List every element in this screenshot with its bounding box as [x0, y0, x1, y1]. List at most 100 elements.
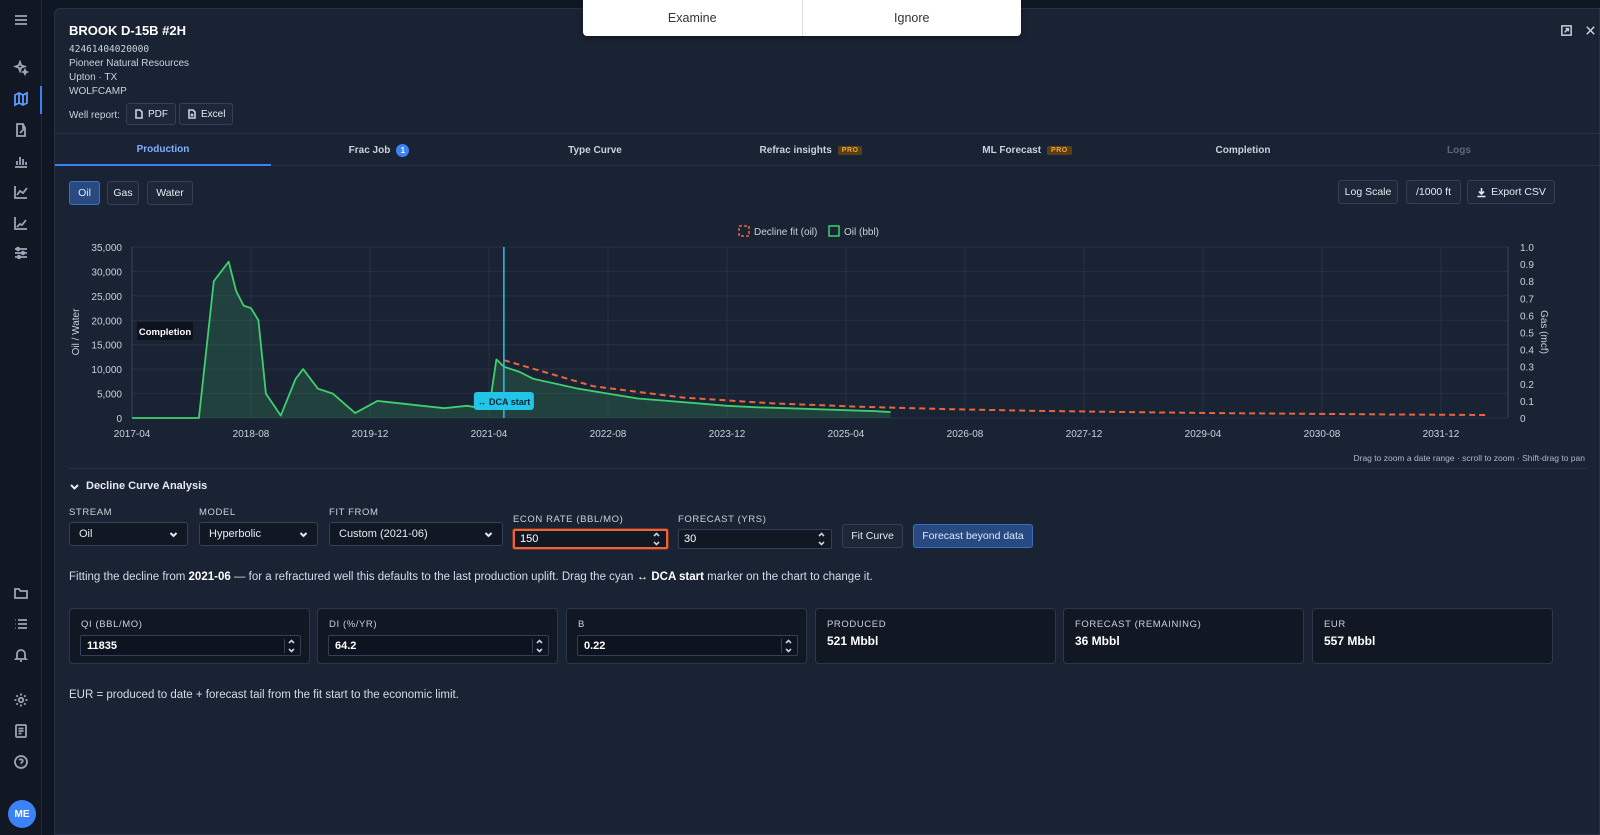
desc-suffix: marker on the chart to change it.	[703, 571, 873, 583]
tab-label: Frac Job	[348, 144, 391, 156]
x-tick-label: 2029-04	[1185, 429, 1222, 440]
x-tick-label: 2018-08	[233, 429, 270, 440]
bell-icon[interactable]	[8, 642, 34, 668]
document-edit-icon[interactable]	[8, 117, 34, 143]
ignore-button[interactable]: Ignore	[801, 0, 1022, 36]
x-tick-label: 2027-12	[1066, 429, 1103, 440]
stream-select-value: Oil	[79, 528, 93, 540]
tab-ml-forecast[interactable]: ML Forecast PRO	[919, 134, 1135, 166]
desc-date: 2021-06	[188, 571, 231, 583]
tab-label: Refrac insights	[759, 144, 832, 156]
sparkle-icon[interactable]	[8, 55, 34, 81]
dca-section-toggle[interactable]: Decline Curve Analysis	[69, 480, 207, 492]
di-input[interactable]: 64.2	[328, 635, 549, 656]
gear-icon[interactable]	[8, 687, 34, 713]
y-axis-label: Oil / Water	[71, 308, 82, 356]
tab-type-curve[interactable]: Type Curve	[487, 134, 703, 166]
di-value: 64.2	[335, 639, 357, 652]
y2-tick-label: 0.9	[1520, 260, 1534, 271]
chevron-down-icon	[484, 531, 493, 537]
pdf-label: PDF	[148, 108, 168, 120]
section-divider	[69, 468, 1587, 469]
log-scale-button[interactable]: Log Scale	[1338, 180, 1398, 204]
fit-from-select[interactable]: Custom (2021-06)	[329, 522, 503, 546]
di-stepper[interactable]	[532, 638, 543, 653]
stream-water-button[interactable]: Water	[147, 181, 193, 205]
chevron-down-icon	[169, 531, 178, 537]
tab-logs: Logs	[1351, 134, 1567, 166]
x-tick-label: 2017-04	[114, 429, 151, 440]
model-select[interactable]: Hyperbolic	[199, 522, 318, 546]
forecast-beyond-data-button[interactable]: Forecast beyond data	[913, 524, 1033, 548]
fit-curve-button[interactable]: Fit Curve	[842, 524, 903, 548]
b-stepper[interactable]	[781, 638, 792, 653]
eur-footnote: EUR = produced to date + forecast tail f…	[69, 689, 459, 701]
export-csv-button[interactable]: Export CSV	[1467, 180, 1555, 204]
sidebar: ME	[0, 0, 42, 835]
x-tick-label: 2023-12	[709, 429, 746, 440]
bar-chart-icon[interactable]	[8, 148, 34, 174]
stream-gas-button[interactable]: Gas	[107, 181, 139, 205]
menu-icon[interactable]	[8, 7, 34, 33]
notes-icon[interactable]	[8, 718, 34, 744]
chevron-down-icon	[817, 541, 825, 546]
chevron-up-icon	[287, 638, 295, 644]
map-icon[interactable]	[8, 86, 34, 112]
production-chart[interactable]: 35,000 30,000 25,000 20,000 15,000 10,000 5,00…	[55, 214, 1600, 474]
production-chart-svg[interactable]: 35,000 30,000 25,000 20,000 15,000 10,000 5,00…	[55, 214, 1600, 474]
qi-stepper[interactable]	[284, 638, 295, 653]
excel-report-button[interactable]: Excel	[179, 103, 234, 125]
list-icon[interactable]	[8, 611, 34, 637]
well-formation: WOLFCAMP	[69, 86, 127, 97]
folder-icon[interactable]	[8, 580, 34, 606]
legend-swatch-oil	[828, 225, 840, 237]
sliders-icon[interactable]	[8, 240, 34, 266]
help-icon[interactable]	[8, 749, 34, 775]
pdf-report-button[interactable]: PDF	[126, 103, 176, 125]
b-input[interactable]: 0.22	[577, 635, 798, 656]
forecast-years-stepper[interactable]	[816, 532, 826, 546]
tab-production[interactable]: Production	[55, 134, 271, 166]
fit-from-select-value: Custom (2021-06)	[339, 528, 428, 540]
di-label: DI (%/YR)	[329, 619, 378, 630]
qi-input[interactable]: 11835	[80, 635, 301, 656]
qi-value: 11835	[87, 639, 117, 652]
econ-rate-input[interactable]: 150	[513, 529, 668, 549]
chevron-up-icon	[817, 532, 825, 537]
chevron-up-icon	[535, 638, 543, 644]
tab-frac-job[interactable]: Frac Job 1	[271, 134, 487, 166]
produced-card: PRODUCED 521 Mbbl	[815, 608, 1056, 664]
y-tick-label: 25,000	[91, 292, 122, 303]
examine-button[interactable]: Examine	[583, 0, 802, 36]
chevron-down-icon	[784, 647, 792, 653]
scatter-chart-icon[interactable]	[8, 210, 34, 236]
forecast-remaining-label: FORECAST (REMAINING)	[1075, 619, 1202, 630]
tab-label: Type Curve	[568, 144, 622, 156]
di-card: DI (%/YR) 64.2	[317, 608, 558, 664]
x-tick-label: 2030-08	[1304, 429, 1341, 440]
file-pdf-icon	[135, 109, 143, 119]
trend-chart-icon[interactable]	[8, 179, 34, 205]
tab-completion[interactable]: Completion	[1135, 134, 1351, 166]
chevron-down-icon	[299, 531, 308, 537]
chevron-up-icon	[784, 638, 792, 644]
tab-refrac-insights[interactable]: Refrac insights PRO	[703, 134, 919, 166]
stream-select[interactable]: Oil	[69, 522, 188, 546]
eur-label: EUR	[1324, 619, 1346, 630]
forecast-years-input[interactable]: 30	[678, 529, 832, 549]
expand-icon[interactable]	[1557, 21, 1575, 39]
per-1000ft-button[interactable]: /1000 ft	[1406, 180, 1461, 204]
pro-badge: PRO	[837, 145, 863, 155]
stream-oil-button[interactable]: Oil	[69, 181, 100, 205]
chevron-down-icon	[535, 647, 543, 653]
close-icon[interactable]	[1581, 21, 1599, 39]
y2-tick-label: 0.8	[1520, 277, 1534, 288]
tab-bar: Production Frac Job 1 Type Curve Refrac i…	[55, 133, 1600, 166]
stream-label: STREAM	[69, 507, 113, 518]
qi-label: QI (BBL/MO)	[81, 619, 143, 630]
x-tick-label: 2025-04	[828, 429, 865, 440]
y2-tick-label: 0.5	[1520, 329, 1534, 340]
avatar[interactable]: ME	[8, 800, 36, 828]
model-select-value: Hyperbolic	[209, 528, 261, 540]
econ-rate-stepper[interactable]	[651, 532, 661, 546]
